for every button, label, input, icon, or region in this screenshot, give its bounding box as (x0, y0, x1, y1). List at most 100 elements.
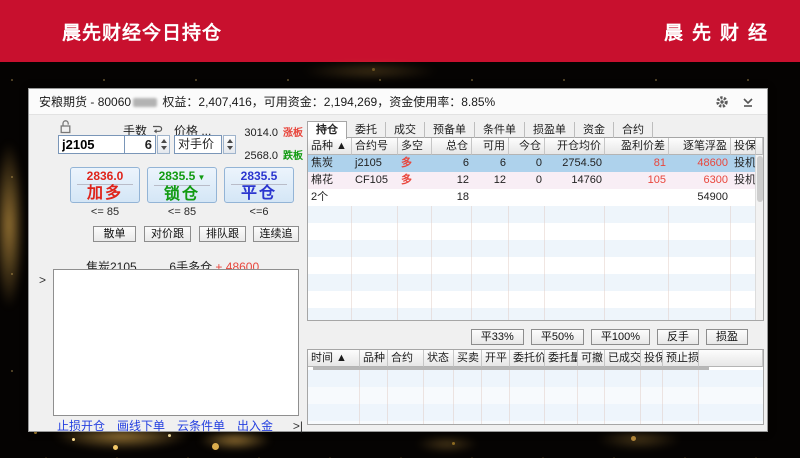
minimize-icon[interactable] (741, 95, 755, 109)
empty-row (308, 291, 763, 308)
empty-cell (472, 308, 509, 320)
orders-col-header-9[interactable]: 已成交 (605, 350, 641, 367)
account-number: 80060 (97, 95, 132, 109)
trade-button-lock[interactable]: 2835.5 ▼ 锁仓 (147, 167, 217, 203)
scrollbar-thumb[interactable] (757, 156, 763, 202)
empty-cell (663, 370, 699, 387)
orders-col-header-2[interactable]: 合约 (388, 350, 424, 367)
trade-button-add-long[interactable]: 2836.0 加多 (70, 167, 140, 203)
orders-col-header-5[interactable]: 开平 (482, 350, 510, 367)
action-button-3[interactable]: 反手 (657, 329, 699, 345)
empty-cell (424, 421, 454, 424)
empty-cell (388, 387, 424, 404)
empty-cell (578, 387, 605, 404)
position-row-1[interactable]: 棉花 CF105 多 12 12 0 14760 105 6300 投机 (308, 172, 763, 189)
quick-button-1[interactable]: 对价跟 (144, 226, 191, 242)
positions-tab-1[interactable]: 委托 (347, 122, 386, 138)
empty-cell (669, 223, 731, 240)
orders-col-header-3[interactable]: 状态 (424, 350, 454, 367)
position-row-0[interactable]: 焦炭 j2105 多 6 6 0 2754.50 81 48600 投机 (308, 155, 763, 172)
footer-link-3[interactable]: 出入金 (237, 417, 273, 434)
action-button-4[interactable]: 损盈 (706, 329, 748, 345)
positions-col-header-1[interactable]: 合约号 (352, 138, 398, 155)
settings-gear-icon[interactable] (715, 95, 729, 109)
action-button-1[interactable]: 平50% (530, 329, 584, 345)
lots-stepper[interactable]: 6 (124, 135, 170, 154)
unlock-icon[interactable] (59, 120, 72, 134)
positions-col-header-7[interactable]: 盈利价差 (605, 138, 669, 155)
positions-col-header-2[interactable]: 多空 (398, 138, 432, 155)
quick-button-3[interactable]: 连续追 (253, 226, 299, 242)
lots-value[interactable]: 6 (124, 135, 156, 154)
footer-link-0[interactable]: 止损开仓 (57, 417, 105, 434)
positions-col-header-3[interactable]: 总仓 (432, 138, 472, 155)
empty-cell (545, 223, 605, 240)
positions-col-header-9[interactable]: 投保 (731, 138, 756, 155)
vertical-scrollbar[interactable] (755, 155, 763, 320)
orders-col-header-1[interactable]: 品种 (360, 350, 388, 367)
max-lots-label: <= 85 (167, 206, 197, 218)
positions-col-header-6[interactable]: 开仓均价 (545, 138, 605, 155)
orders-col-header-8[interactable]: 可撤 (578, 350, 605, 367)
footer-link-1[interactable]: 画线下单 (117, 417, 165, 434)
orders-col-header-6[interactable]: 委托价 (510, 350, 545, 367)
empty-cell (509, 257, 545, 274)
empty-cell (398, 257, 432, 274)
empty-cell (731, 308, 756, 320)
trade-button-price: 2835.5 (231, 169, 287, 185)
positions-tab-6[interactable]: 资金 (575, 122, 614, 138)
empty-cell (472, 206, 509, 223)
empty-cell (545, 291, 605, 308)
loop-order-icon[interactable] (151, 123, 163, 134)
price-mode-value[interactable]: 对手价 (174, 135, 222, 154)
horizontal-scrollbar-thumb[interactable] (313, 367, 709, 370)
limit-up-row: 3014.0 涨板 (221, 124, 303, 139)
orders-col-header-10[interactable]: 投保 (641, 350, 663, 367)
table-cell: 81 (653, 157, 666, 169)
positions-tab-0[interactable]: 持仓 (307, 121, 347, 139)
positions-tab-5[interactable]: 损盈单 (525, 122, 575, 138)
positions-tab-3[interactable]: 预备单 (425, 122, 475, 138)
positions-col-header-4[interactable]: 可用 (472, 138, 509, 155)
positions-col-header-8[interactable]: 逐笔浮盈 (669, 138, 731, 155)
trade-button-close[interactable]: 2835.5 平仓 (224, 167, 294, 203)
stepper-arrows-icon[interactable] (157, 135, 170, 154)
positions-col-header-5[interactable]: 今仓 (509, 138, 545, 155)
empty-cell (308, 274, 352, 291)
trade-button-price: 2836.0 (77, 169, 133, 185)
empty-cell (388, 404, 424, 421)
positions-tab-4[interactable]: 条件单 (475, 122, 525, 138)
trade-button-label: 平仓 (240, 185, 277, 202)
empty-cell (432, 240, 472, 257)
glitter-glow (415, 436, 479, 452)
empty-cell (352, 274, 398, 291)
positions-col-header-0[interactable]: 品种 ▲ (308, 138, 352, 155)
quick-button-0[interactable]: 散单 (93, 226, 136, 242)
collapse-arrow-icon[interactable]: > (39, 273, 46, 287)
table-cell (352, 189, 398, 206)
empty-cell (605, 257, 669, 274)
empty-cell (605, 421, 641, 424)
order-log-listbox[interactable] (53, 269, 299, 416)
action-button-0[interactable]: 平33% (470, 329, 524, 345)
expand-arrow-icon[interactable]: >| (293, 419, 303, 433)
orders-col-header-7[interactable]: 委托量 (545, 350, 578, 367)
table-cell: 6300 (703, 174, 728, 186)
positions-tab-7[interactable]: 合约 (614, 122, 653, 138)
empty-cell (454, 370, 482, 387)
positions-table: 品种 ▲ 合约号 多空 总仓 可用 今仓 开仓均价 盈利价差 逐笔浮盈 投保 焦炭 j2105 多 6 6… (307, 137, 764, 321)
quick-button-2[interactable]: 排队跟 (199, 226, 246, 242)
orders-col-header-4[interactable]: 买卖 (454, 350, 482, 367)
empty-cell (398, 206, 432, 223)
positions-tab-2[interactable]: 成交 (386, 122, 425, 138)
footer-link-2[interactable]: 云条件单 (177, 417, 225, 434)
orders-col-header-11[interactable]: 预止损 (663, 350, 699, 367)
max-lots-label: <=6 (249, 206, 269, 218)
table-cell (731, 189, 756, 206)
orders-col-header-0[interactable]: 时间 ▲ (308, 350, 360, 367)
positions-header-row: 品种 ▲ 合约号 多空 总仓 可用 今仓 开仓均价 盈利价差 逐笔浮盈 投保 (308, 138, 763, 155)
action-button-2[interactable]: 平100% (590, 329, 650, 345)
empty-cell (432, 223, 472, 240)
orders-table: 时间 ▲品种合约状态买卖开平委托价委托量可撤已成交投保预止损 (307, 349, 764, 425)
empty-cell (472, 223, 509, 240)
